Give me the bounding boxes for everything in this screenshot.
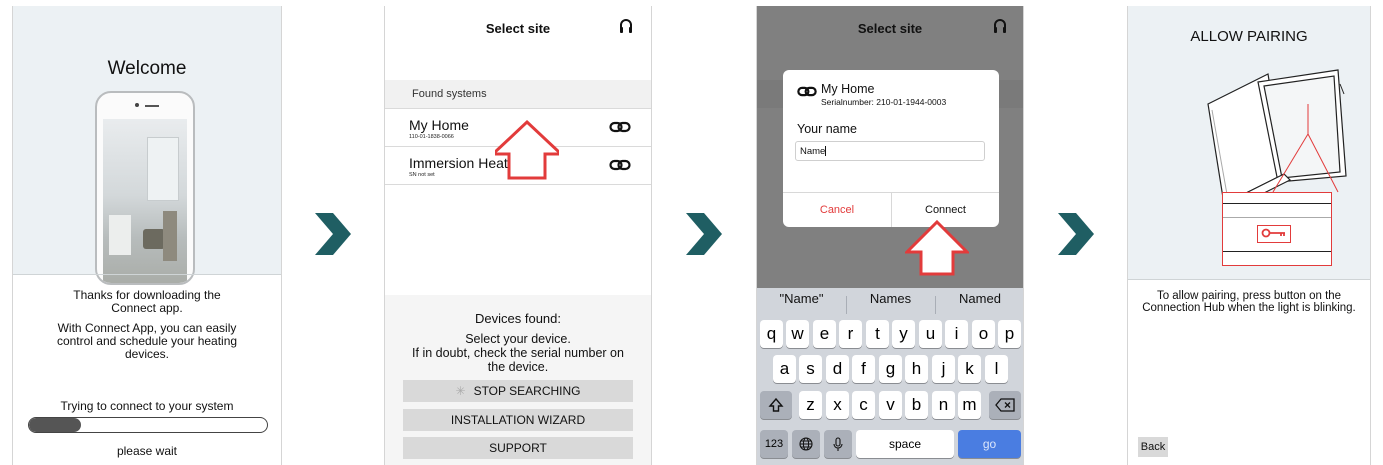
status-text: Trying to connect to your system: [60, 399, 234, 413]
name-dialog: My Home Serialnumber: 210-01-1944-0003 Y…: [783, 70, 999, 227]
name-dialog-screen: Select site My Home Serialnumber: 210-01…: [756, 6, 1024, 465]
key-k[interactable]: k: [958, 355, 981, 383]
key-c[interactable]: c: [852, 391, 875, 419]
support-button[interactable]: SUPPORT: [403, 437, 633, 459]
wait-text: please wait: [116, 444, 178, 458]
pairing-button-icon: [1257, 225, 1291, 243]
spinner-icon: ✳: [455, 384, 466, 398]
welcome-title: Welcome: [107, 58, 187, 79]
site-name: My Home: [409, 117, 469, 133]
allow-pairing-screen: ALLOW PAIRING To allow pairing, press bu…: [1127, 6, 1371, 465]
globe-key[interactable]: [792, 430, 820, 458]
progress-fill: [29, 418, 82, 432]
key-f[interactable]: f: [852, 355, 875, 383]
link-icon: [609, 158, 631, 176]
camera-icon: [135, 103, 139, 107]
backspace-icon: [995, 398, 1015, 412]
next-arrow-icon: [684, 212, 724, 256]
key-h[interactable]: h: [905, 355, 928, 383]
key-j[interactable]: j: [932, 355, 955, 383]
go-key[interactable]: go: [958, 430, 1021, 458]
your-name-label: Your name: [797, 122, 857, 136]
progress-bar: [28, 417, 268, 433]
key-e[interactable]: e: [813, 320, 836, 348]
thanks-text: Thanks for downloading the Connect app.: [73, 288, 221, 315]
shift-icon: [768, 397, 784, 412]
cancel-button[interactable]: Cancel: [783, 192, 891, 227]
screen-title: Select site: [485, 21, 551, 36]
name-input[interactable]: Name: [795, 141, 985, 161]
section-header: Found systems: [412, 88, 487, 100]
next-arrow-icon: [1056, 212, 1096, 256]
site-serial: SN not set: [409, 172, 435, 178]
stop-searching-button[interactable]: ✳ STOP SEARCHING: [403, 380, 633, 402]
pairing-title: ALLOW PAIRING: [1190, 28, 1308, 45]
space-key[interactable]: space: [856, 430, 954, 458]
key-t[interactable]: t: [866, 320, 889, 348]
welcome-screen: Welcome Thanks for downloading the Conne…: [12, 6, 282, 465]
description-text: With Connect App, you can easily control…: [56, 321, 238, 361]
hub-closeup: [1222, 192, 1332, 266]
microphone-icon: [833, 436, 843, 451]
instruction-text: Select your device. If in doubt, check t…: [412, 332, 624, 374]
numbers-key[interactable]: 123: [760, 430, 788, 458]
suggestion-1[interactable]: "Name": [757, 291, 846, 306]
key-s[interactable]: s: [799, 355, 822, 383]
key-l[interactable]: l: [985, 355, 1008, 383]
key-i[interactable]: i: [945, 320, 968, 348]
key-b[interactable]: b: [905, 391, 928, 419]
headset-icon[interactable]: [619, 18, 633, 39]
phone-illustration: [95, 91, 195, 285]
highlight-arrow-icon: [489, 118, 565, 187]
key-n[interactable]: n: [932, 391, 955, 419]
key-a[interactable]: a: [773, 355, 796, 383]
shift-key[interactable]: [760, 391, 792, 419]
speaker-icon: [145, 105, 159, 107]
suggestion-3[interactable]: Named: [935, 291, 1023, 306]
key-r[interactable]: r: [839, 320, 862, 348]
key-p[interactable]: p: [998, 320, 1021, 348]
headset-icon: [993, 18, 1007, 39]
key-g[interactable]: g: [879, 355, 902, 383]
select-site-screen: Select site Found systems My Home 110-01…: [384, 6, 652, 465]
dialog-device-name: My Home: [821, 82, 875, 96]
link-icon: [797, 84, 817, 102]
site-serial: 110-01-1838-0066: [409, 134, 454, 140]
screen-title: Select site: [857, 21, 923, 36]
key-q[interactable]: q: [760, 320, 783, 348]
dialog-serial: Serialnumber: 210-01-1944-0003: [821, 97, 947, 107]
key-u[interactable]: u: [919, 320, 942, 348]
key-v[interactable]: v: [879, 391, 902, 419]
room-photo: [103, 119, 187, 283]
key-m[interactable]: m: [958, 391, 981, 419]
key-y[interactable]: y: [892, 320, 915, 348]
microphone-key[interactable]: [824, 430, 852, 458]
name-input-value: Name: [800, 146, 826, 157]
backspace-key[interactable]: [989, 391, 1021, 419]
globe-icon: [799, 437, 813, 451]
key-d[interactable]: d: [826, 355, 849, 383]
devices-found-text: Devices found:: [475, 311, 561, 326]
highlight-arrow-icon: [903, 218, 971, 283]
key-o[interactable]: o: [972, 320, 995, 348]
stop-searching-label: STOP SEARCHING: [473, 384, 581, 398]
installation-wizard-button[interactable]: INSTALLATION WIZARD: [403, 409, 633, 431]
key-z[interactable]: z: [799, 391, 822, 419]
next-arrow-icon: [313, 212, 353, 256]
key-x[interactable]: x: [826, 391, 849, 419]
back-button[interactable]: Back: [1138, 437, 1168, 457]
pairing-instruction: To allow pairing, press button on the Co…: [1142, 290, 1356, 314]
link-icon: [609, 120, 631, 138]
suggestion-2[interactable]: Names: [846, 291, 935, 306]
key-w[interactable]: w: [786, 320, 809, 348]
